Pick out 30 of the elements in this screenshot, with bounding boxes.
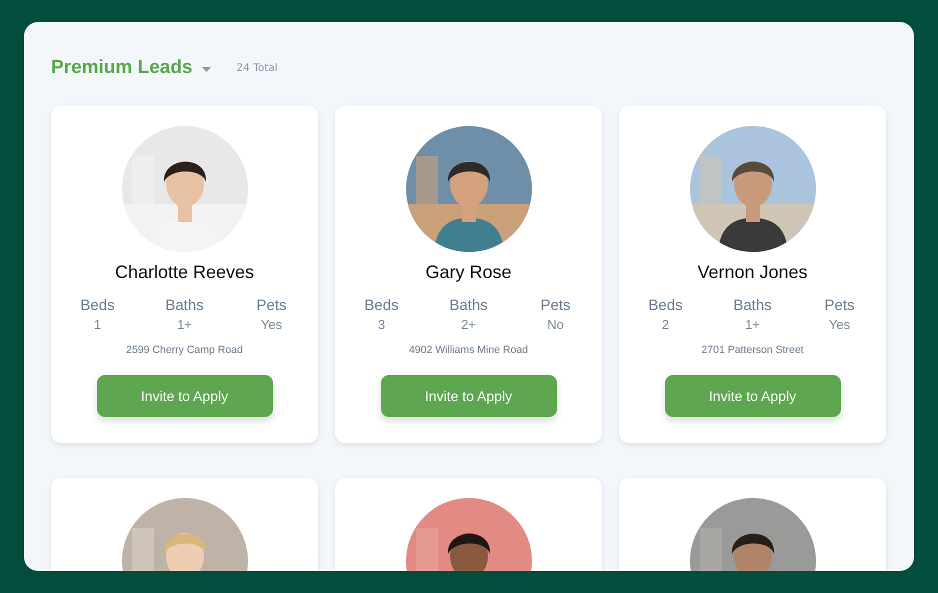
stat-value: 2: [662, 317, 670, 332]
stat-value: 1+: [177, 317, 192, 332]
stat-value: 3: [378, 317, 386, 332]
invite-button[interactable]: Invite to Apply: [380, 375, 556, 417]
stat-label: Beds: [364, 297, 399, 314]
stat-label: Baths: [449, 297, 488, 314]
stat-value: No: [547, 317, 564, 332]
stat-value: 2+: [461, 317, 476, 332]
stat-label: Pets: [540, 297, 570, 314]
lead-address: 2599 Cherry Camp Road: [126, 344, 243, 356]
total-count: 24 Total: [236, 62, 278, 74]
lead-name: Gary Rose: [425, 262, 512, 283]
lead-address: 4902 Williams Mine Road: [408, 344, 528, 356]
list-title[interactable]: Premium Leads: [51, 57, 192, 79]
stat-label: Beds: [648, 297, 683, 314]
stat-label: Beds: [80, 297, 115, 314]
caret-icon[interactable]: [202, 66, 210, 72]
stat-label: Pets: [256, 297, 286, 314]
invite-button[interactable]: Invite to Apply: [664, 375, 840, 417]
lead-name: Charlotte Reeves: [114, 262, 254, 283]
lead-address: 2701 Patterson Street: [701, 344, 804, 356]
stat-value: 1+: [745, 317, 760, 332]
invite-button[interactable]: Invite to Apply: [96, 375, 272, 417]
stat-value: Yes: [828, 317, 850, 332]
stat-label: Baths: [165, 297, 204, 314]
stat-label: Baths: [733, 297, 772, 314]
stat-value: Yes: [260, 317, 282, 332]
stat-value: 1: [94, 317, 102, 332]
stat-label: Pets: [824, 297, 854, 314]
lead-name: Vernon Jones: [697, 262, 808, 283]
